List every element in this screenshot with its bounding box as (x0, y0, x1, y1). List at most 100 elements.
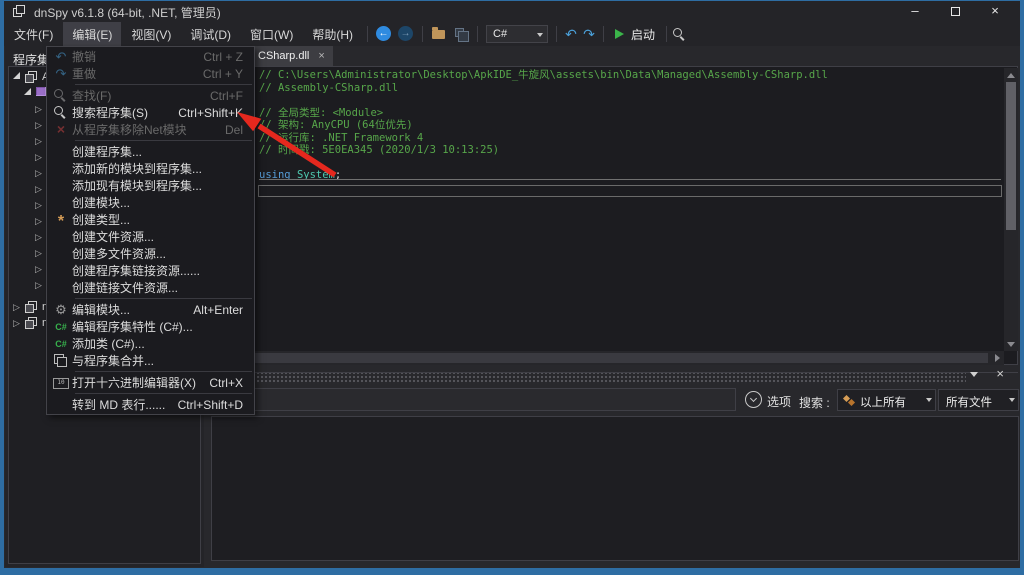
start-label[interactable]: 启动 (631, 26, 655, 43)
options-label[interactable]: 选项 (767, 393, 791, 410)
horizontal-scrollbar-thumb[interactable] (224, 353, 988, 363)
expander-collapsed-icon[interactable]: ▷ (35, 168, 42, 178)
tab-label: CSharp.dll (258, 50, 309, 62)
new-type-icon (50, 212, 72, 227)
menu-item-label: 创建程序集链接资源...... (72, 262, 200, 279)
expander-collapsed-icon[interactable]: ▷ (13, 302, 20, 312)
menu-icon-slot (50, 144, 72, 159)
title-bar: dnSpy v6.1.8 (64-bit, .NET, 管理员) – × (4, 1, 1020, 22)
expander-collapsed-icon[interactable]: ▷ (35, 248, 42, 258)
menubar-item[interactable]: 调试(D) (181, 22, 240, 47)
search-icon[interactable] (672, 27, 686, 41)
file-filter-combobox[interactable]: 所有文件 (938, 389, 1019, 411)
menu-item-label: 创建模块... (72, 194, 130, 211)
panel-menu-chevron-icon[interactable] (970, 372, 978, 377)
csharp-icon (50, 319, 72, 334)
menu-item[interactable]: 转到 MD 表行......Ctrl+Shift+D (47, 396, 254, 413)
vertical-scrollbar-thumb[interactable] (1006, 82, 1016, 230)
scroll-down-icon[interactable] (1007, 342, 1015, 347)
menu-item[interactable]: 添加类 (C#)... (47, 335, 254, 352)
toolbar-separator (666, 26, 667, 42)
expander-collapsed-icon[interactable]: ▷ (35, 104, 42, 114)
redo-button[interactable]: ↷ (580, 25, 598, 43)
expander-collapsed-icon[interactable]: ▷ (35, 232, 42, 242)
language-combobox[interactable]: C# (486, 25, 548, 43)
menubar-item[interactable]: 编辑(E) (63, 22, 121, 47)
toolbar-separator (477, 26, 478, 42)
navigate-forward-button[interactable]: → (397, 25, 415, 43)
window-border-left (0, 0, 4, 575)
menu-icon-slot (50, 263, 72, 278)
app-icon (13, 5, 26, 18)
expander-collapsed-icon[interactable]: ▷ (35, 152, 42, 162)
save-all-button[interactable] (452, 25, 470, 43)
menubar-item[interactable]: 文件(F) (5, 22, 62, 47)
start-debug-button[interactable] (611, 25, 629, 43)
menu-item[interactable]: 创建多文件资源... (47, 245, 254, 262)
menu-item[interactable]: 创建文件资源... (47, 228, 254, 245)
vertical-scrollbar[interactable] (1004, 68, 1018, 351)
menu-item[interactable]: 编辑程序集特性 (C#)... (47, 318, 254, 335)
scroll-up-icon[interactable] (1007, 73, 1015, 78)
panel-close-icon[interactable]: × (996, 366, 1004, 381)
assembly-icon (25, 301, 36, 312)
menu-item[interactable]: 创建模块... (47, 194, 254, 211)
expander-collapsed-icon[interactable]: ▷ (35, 184, 42, 194)
menu-item-label: 添加类 (C#)... (72, 335, 145, 352)
search-scope-combobox[interactable]: 以上所有 (837, 389, 936, 411)
options-toggle-icon[interactable] (745, 391, 762, 408)
menu-item-label: 重做 (72, 65, 96, 82)
menu-item[interactable]: 创建程序集链接资源...... (47, 262, 254, 279)
menu-item[interactable]: 创建类型... (47, 211, 254, 228)
menu-item-label: 搜索程序集(S) (72, 104, 148, 121)
expander-expanded-icon[interactable] (24, 88, 31, 95)
menubar-item[interactable]: 视图(V) (122, 22, 180, 47)
toolbar-separator (422, 26, 423, 42)
horizontal-scrollbar[interactable] (208, 351, 1004, 365)
menu-item[interactable]: 创建链接文件资源... (47, 279, 254, 296)
expander-collapsed-icon[interactable]: ▷ (35, 280, 42, 290)
undo-button[interactable]: ↶ (562, 25, 580, 43)
search-input[interactable] (211, 388, 736, 411)
scroll-right-icon[interactable] (995, 354, 1000, 362)
toolbar-separator (556, 26, 557, 42)
expander-collapsed-icon[interactable]: ▷ (35, 200, 42, 210)
menu-item-label: 编辑模块... (72, 301, 130, 318)
chevron-down-icon (537, 33, 543, 37)
expander-collapsed-icon[interactable]: ▷ (35, 136, 42, 146)
minimize-button[interactable]: – (900, 1, 930, 22)
menu-icon-slot (50, 195, 72, 210)
window-border-top (0, 0, 1024, 1)
menubar-item[interactable]: 帮助(H) (303, 22, 362, 47)
menu-item[interactable]: 与程序集合并... (47, 352, 254, 369)
menu-item[interactable]: 打开十六进制编辑器(X)Ctrl+X (47, 374, 254, 391)
expander-collapsed-icon[interactable]: ▷ (35, 216, 42, 226)
menu-item: 撤销Ctrl + Z (47, 48, 254, 65)
expander-collapsed-icon[interactable]: ▷ (35, 120, 42, 130)
hex-icon (50, 375, 72, 390)
expander-expanded-icon[interactable] (13, 72, 20, 79)
menu-item-label: 创建链接文件资源... (72, 279, 178, 296)
menu-item: 重做Ctrl + Y (47, 65, 254, 82)
navigate-back-button[interactable]: ← (375, 25, 393, 43)
expander-collapsed-icon[interactable]: ▷ (35, 264, 42, 274)
menu-item-label: 创建文件资源... (72, 228, 154, 245)
menu-item[interactable]: 编辑模块...Alt+Enter (47, 301, 254, 318)
code-line: // Assembly-CSharp.dll (259, 82, 999, 95)
menu-item-label: 创建多文件资源... (72, 245, 166, 262)
close-button[interactable]: × (980, 1, 1010, 22)
assembly-icon (25, 71, 36, 82)
menubar-item[interactable]: 窗口(W) (241, 22, 302, 47)
tab-csharp-dll[interactable]: CSharp.dll × (250, 46, 333, 66)
maximize-button[interactable] (940, 1, 970, 22)
panel-drag-handle[interactable] (206, 372, 1018, 384)
remove-icon (50, 122, 72, 137)
menu-icon-slot (50, 397, 72, 412)
open-file-button[interactable] (430, 25, 448, 43)
forward-icon: → (398, 26, 413, 41)
tab-close-icon[interactable]: × (318, 50, 324, 62)
expander-collapsed-icon[interactable]: ▷ (13, 318, 20, 328)
search-results-list[interactable] (211, 416, 1019, 561)
annotation-arrow (170, 100, 350, 190)
code-line (259, 157, 999, 170)
